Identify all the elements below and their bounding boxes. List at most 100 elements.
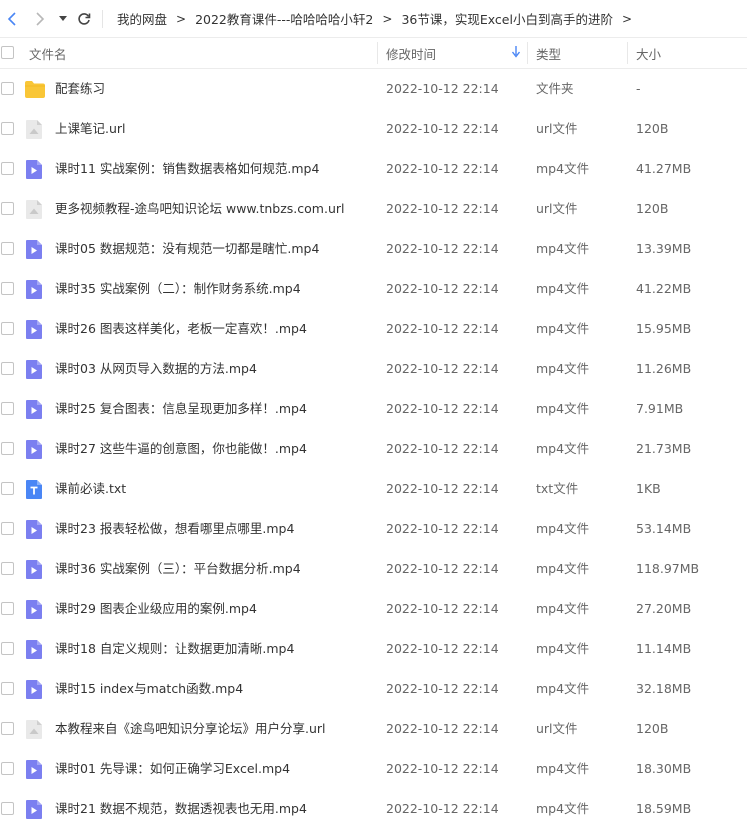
file-size: - <box>636 81 641 96</box>
breadcrumb-item[interactable]: 2022教育课件---哈哈哈哈小轩2 <box>195 9 373 28</box>
file-row[interactable]: 课时27 这些牛逼的创意图，你也能做！.mp4 2022-10-12 22:14… <box>0 429 747 469</box>
video-file-icon <box>26 320 44 339</box>
row-checkbox[interactable] <box>1 242 14 255</box>
chevron-left-icon <box>7 11 16 26</box>
forward-button[interactable] <box>30 9 50 29</box>
select-all-checkbox[interactable] <box>1 46 14 59</box>
file-modified-time: 2022-10-12 22:14 <box>386 641 499 656</box>
file-name[interactable]: 课时11 实战案例：销售数据表格如何规范.mp4 <box>55 149 319 189</box>
file-name[interactable]: 课前必读.txt <box>55 469 126 509</box>
file-row[interactable]: 课时36 实战案例（三）：平台数据分析.mp4 2022-10-12 22:14… <box>0 549 747 589</box>
file-type: mp4文件 <box>536 601 590 616</box>
file-modified-time: 2022-10-12 22:14 <box>386 121 499 136</box>
file-size: 13.39MB <box>636 241 692 256</box>
file-row[interactable]: 配套练习 2022-10-12 22:14 文件夹 - <box>0 69 747 109</box>
file-modified-time: 2022-10-12 22:14 <box>386 361 499 376</box>
file-name[interactable]: 课时05 数据规范：没有规范一切都是瞎忙.mp4 <box>55 229 319 269</box>
row-checkbox[interactable] <box>1 642 14 655</box>
file-row[interactable]: 课时23 报表轻松做，想看哪里点哪里.mp4 2022-10-12 22:14 … <box>0 509 747 549</box>
file-row[interactable]: 课时18 自定义规则：让数据更加清晰.mp4 2022-10-12 22:14 … <box>0 629 747 669</box>
file-name[interactable]: 课时27 这些牛逼的创意图，你也能做！.mp4 <box>55 429 307 469</box>
row-checkbox[interactable] <box>1 762 14 775</box>
file-name[interactable]: 课时15 index与match函数.mp4 <box>55 669 243 709</box>
column-header-name[interactable]: 文件名 <box>29 38 67 68</box>
row-checkbox[interactable] <box>1 122 14 135</box>
breadcrumb-separator: > <box>382 11 393 26</box>
column-divider[interactable] <box>527 42 528 64</box>
row-checkbox[interactable] <box>1 442 14 455</box>
file-type: mp4文件 <box>536 241 590 256</box>
row-checkbox[interactable] <box>1 802 14 815</box>
file-name[interactable]: 课时29 图表企业级应用的案例.mp4 <box>55 589 257 629</box>
sort-descending-icon[interactable] <box>511 46 521 61</box>
file-name[interactable]: 课时36 实战案例（三）：平台数据分析.mp4 <box>55 549 301 589</box>
row-checkbox[interactable] <box>1 202 14 215</box>
row-checkbox[interactable] <box>1 82 14 95</box>
row-checkbox[interactable] <box>1 562 14 575</box>
file-row[interactable]: 课时01 先导课：如何正确学习Excel.mp4 2022-10-12 22:1… <box>0 749 747 789</box>
file-name[interactable]: 配套练习 <box>55 69 105 109</box>
row-checkbox[interactable] <box>1 522 14 535</box>
file-row[interactable]: 课时05 数据规范：没有规范一切都是瞎忙.mp4 2022-10-12 22:1… <box>0 229 747 269</box>
file-name[interactable]: 课时03 从网页导入数据的方法.mp4 <box>55 349 257 389</box>
row-checkbox[interactable] <box>1 362 14 375</box>
breadcrumb-item[interactable]: 36节课，实现Excel小白到高手的进阶 <box>401 9 613 28</box>
column-header-size[interactable]: 大小 <box>636 38 661 68</box>
file-name[interactable]: 课时21 数据不规范，数据透视表也无用.mp4 <box>55 789 307 829</box>
file-row[interactable]: 课时15 index与match函数.mp4 2022-10-12 22:14 … <box>0 669 747 709</box>
column-divider[interactable] <box>627 42 628 64</box>
row-checkbox[interactable] <box>1 162 14 175</box>
url-file-icon <box>26 120 44 139</box>
video-file-icon <box>26 760 44 779</box>
row-checkbox[interactable] <box>1 722 14 735</box>
file-name[interactable]: 课时25 复合图表：信息呈现更加多样！.mp4 <box>55 389 307 429</box>
row-checkbox[interactable] <box>1 402 14 415</box>
back-button[interactable] <box>2 9 22 29</box>
file-row[interactable]: 课前必读.txt 2022-10-12 22:14 txt文件 1KB <box>0 469 747 509</box>
breadcrumb-item[interactable]: 我的网盘 <box>117 9 167 28</box>
file-name[interactable]: 课时26 图表这样美化，老板一定喜欢！.mp4 <box>55 309 307 349</box>
video-file-icon <box>26 600 44 619</box>
breadcrumb-separator: > <box>621 11 633 26</box>
video-file-icon <box>26 240 44 259</box>
file-row[interactable]: 课时35 实战案例（二）：制作财务系统.mp4 2022-10-12 22:14… <box>0 269 747 309</box>
file-row[interactable]: 课时21 数据不规范，数据透视表也无用.mp4 2022-10-12 22:14… <box>0 789 747 829</box>
file-row[interactable]: 课时03 从网页导入数据的方法.mp4 2022-10-12 22:14 mp4… <box>0 349 747 389</box>
file-row[interactable]: 上课笔记.url 2022-10-12 22:14 url文件 120B <box>0 109 747 149</box>
file-name[interactable]: 课时18 自定义规则：让数据更加清晰.mp4 <box>55 629 294 669</box>
file-list-header: 文件名 修改时间 类型 大小 <box>0 37 747 69</box>
row-checkbox[interactable] <box>1 602 14 615</box>
file-type: mp4文件 <box>536 361 590 376</box>
column-header-type[interactable]: 类型 <box>536 38 561 68</box>
file-name[interactable]: 更多视频教程-途鸟吧知识论坛 www.tnbzs.com.url <box>55 189 345 229</box>
file-size: 120B <box>636 721 669 736</box>
file-type: mp4文件 <box>536 801 590 816</box>
breadcrumb: 我的网盘 > 2022教育课件---哈哈哈哈小轩2 > 36节课，实现Excel… <box>117 9 641 28</box>
file-type: mp4文件 <box>536 161 590 176</box>
file-name[interactable]: 课时01 先导课：如何正确学习Excel.mp4 <box>55 749 290 789</box>
history-dropdown-button[interactable] <box>56 9 70 29</box>
video-file-icon <box>26 640 44 659</box>
file-row[interactable]: 更多视频教程-途鸟吧知识论坛 www.tnbzs.com.url 2022-10… <box>0 189 747 229</box>
file-size: 7.91MB <box>636 401 684 416</box>
file-modified-time: 2022-10-12 22:14 <box>386 681 499 696</box>
column-header-modified[interactable]: 修改时间 <box>386 38 436 68</box>
refresh-icon <box>78 12 91 25</box>
file-type: mp4文件 <box>536 441 590 456</box>
row-checkbox[interactable] <box>1 322 14 335</box>
file-row[interactable]: 课时25 复合图表：信息呈现更加多样！.mp4 2022-10-12 22:14… <box>0 389 747 429</box>
refresh-button[interactable] <box>74 9 94 29</box>
file-row[interactable]: 本教程来自《途鸟吧知识分享论坛》用户分享.url 2022-10-12 22:1… <box>0 709 747 749</box>
row-checkbox[interactable] <box>1 682 14 695</box>
row-checkbox[interactable] <box>1 482 14 495</box>
file-row[interactable]: 课时11 实战案例：销售数据表格如何规范.mp4 2022-10-12 22:1… <box>0 149 747 189</box>
file-name[interactable]: 本教程来自《途鸟吧知识分享论坛》用户分享.url <box>55 709 326 749</box>
file-name[interactable]: 课时35 实战案例（二）：制作财务系统.mp4 <box>55 269 301 309</box>
file-row[interactable]: 课时26 图表这样美化，老板一定喜欢！.mp4 2022-10-12 22:14… <box>0 309 747 349</box>
file-size: 11.26MB <box>636 361 692 376</box>
file-name[interactable]: 课时23 报表轻松做，想看哪里点哪里.mp4 <box>55 509 294 549</box>
row-checkbox[interactable] <box>1 282 14 295</box>
file-name[interactable]: 上课笔记.url <box>55 109 126 149</box>
column-divider[interactable] <box>377 42 378 64</box>
file-row[interactable]: 课时29 图表企业级应用的案例.mp4 2022-10-12 22:14 mp4… <box>0 589 747 629</box>
